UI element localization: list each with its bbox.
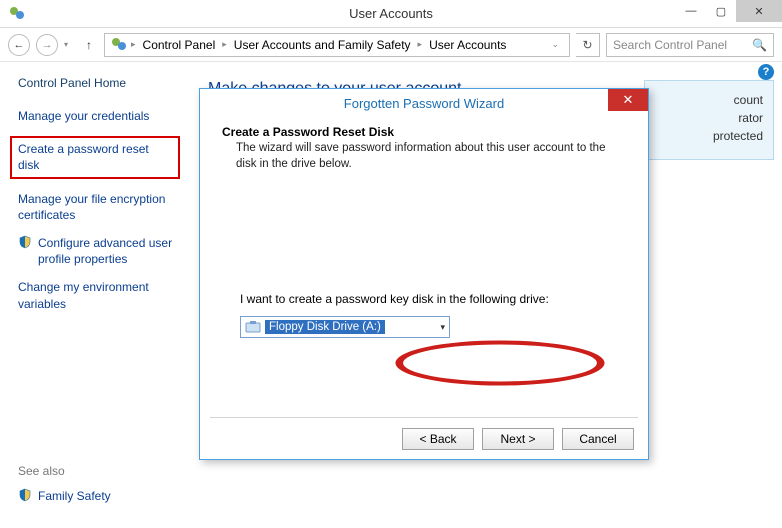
history-dropdown-icon[interactable]: ▾	[64, 40, 74, 49]
refresh-button[interactable]: ↻	[576, 33, 600, 57]
sidebar-link-encryption-certs[interactable]: Manage your file encryption certificates	[18, 191, 178, 223]
shield-icon	[18, 488, 32, 502]
app-icon	[8, 5, 26, 23]
close-button[interactable]: ✕	[736, 0, 782, 22]
back-button[interactable]: ←	[8, 34, 30, 56]
breadcrumb-overflow-icon[interactable]: ⌄	[551, 39, 563, 50]
window-controls: — ▢ ✕	[676, 0, 782, 22]
dialog-button-row: < Back Next > Cancel	[200, 418, 648, 460]
cancel-button[interactable]: Cancel	[562, 428, 634, 450]
breadcrumb-sep-icon: ▸	[416, 39, 425, 50]
breadcrumb-item[interactable]: User Accounts	[426, 38, 509, 52]
shield-icon	[18, 235, 32, 249]
back-button[interactable]: < Back	[402, 428, 474, 450]
next-button[interactable]: Next >	[482, 428, 554, 450]
address-bar[interactable]: ▸ Control Panel ▸ User Accounts and Fami…	[104, 33, 570, 57]
breadcrumb-sep-icon: ▸	[129, 39, 138, 50]
location-icon	[111, 37, 127, 53]
maximize-button[interactable]: ▢	[706, 0, 736, 22]
see-also-label: Family Safety	[38, 488, 111, 504]
dialog-title: Forgotten Password Wizard	[344, 96, 504, 111]
search-icon: 🔍	[752, 38, 767, 52]
up-button[interactable]: ↑	[80, 36, 98, 54]
dialog-subtext: The wizard will save password informatio…	[236, 141, 616, 172]
see-also-header: See also	[18, 464, 111, 478]
chevron-down-icon: ▾	[440, 322, 445, 333]
info-line: rator	[655, 109, 763, 127]
see-also-section: See also Family Safety	[18, 464, 111, 516]
sidebar-link-password-reset-disk[interactable]: Create a password reset disk	[10, 136, 180, 178]
floppy-icon	[245, 320, 261, 334]
sidebar: Control Panel Home Manage your credentia…	[0, 62, 188, 528]
account-info-card: count rator protected	[644, 80, 774, 160]
forgotten-password-wizard-dialog: Forgotten Password Wizard ✕ Create a Pas…	[199, 88, 649, 460]
minimize-button[interactable]: —	[676, 0, 706, 22]
drive-select-value: Floppy Disk Drive (A:)	[265, 320, 385, 334]
drive-select[interactable]: Floppy Disk Drive (A:) ▾	[240, 316, 450, 338]
search-input[interactable]: Search Control Panel 🔍	[606, 33, 774, 57]
sidebar-link-credentials[interactable]: Manage your credentials	[18, 108, 178, 124]
breadcrumb-item[interactable]: User Accounts and Family Safety	[231, 38, 414, 52]
info-line: count	[655, 91, 763, 109]
window-titlebar: User Accounts — ▢ ✕	[0, 0, 782, 28]
sidebar-link-advanced-profile[interactable]: Configure advanced user profile properti…	[18, 235, 178, 267]
dialog-body: Create a Password Reset Disk The wizard …	[200, 117, 648, 417]
control-panel-home-link[interactable]: Control Panel Home	[18, 76, 178, 90]
breadcrumb-sep-icon: ▸	[220, 39, 229, 50]
sidebar-link-env-vars[interactable]: Change my environment variables	[18, 279, 178, 311]
search-placeholder: Search Control Panel	[613, 38, 752, 52]
forward-button[interactable]: →	[36, 34, 58, 56]
breadcrumb-item[interactable]: Control Panel	[140, 38, 219, 52]
sidebar-item-label: Configure advanced user profile properti…	[38, 235, 178, 267]
dialog-titlebar: Forgotten Password Wizard ✕	[200, 89, 648, 117]
info-line: protected	[655, 127, 763, 145]
dialog-heading: Create a Password Reset Disk	[222, 125, 626, 139]
window-title: User Accounts	[349, 6, 433, 21]
drive-prompt-label: I want to create a password key disk in …	[240, 292, 626, 306]
see-also-family-safety[interactable]: Family Safety	[18, 488, 111, 504]
dialog-close-button[interactable]: ✕	[608, 89, 648, 111]
navigation-bar: ← → ▾ ↑ ▸ Control Panel ▸ User Accounts …	[0, 28, 782, 62]
